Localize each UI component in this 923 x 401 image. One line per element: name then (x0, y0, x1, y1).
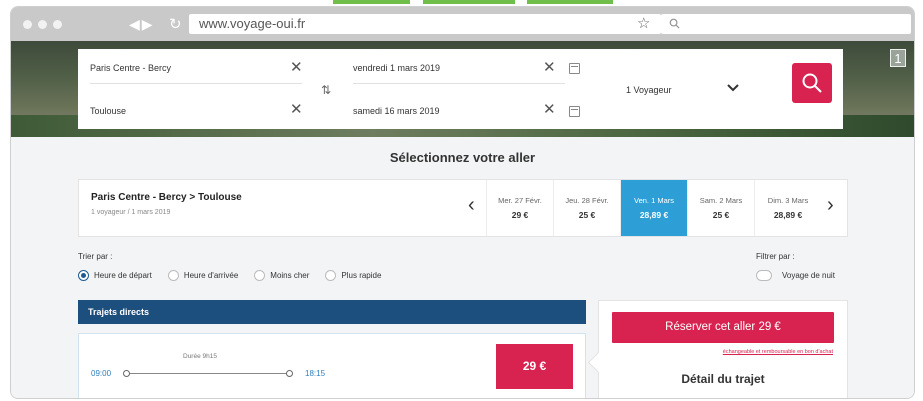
back-forward-icon[interactable]: ◀▶ (129, 16, 155, 33)
route-title: Paris Centre - Bercy > Toulouse (91, 192, 242, 203)
sort-option-label: Heure de départ (94, 271, 152, 280)
reload-icon[interactable]: ↻ (169, 15, 182, 33)
search-icon (669, 18, 680, 29)
divider (90, 83, 302, 84)
window-controls (23, 20, 62, 29)
date-option-selected[interactable]: Ven. 1 Mars 28,89 € (620, 180, 687, 236)
exchange-conditions-link[interactable]: échangeable et remboursable en bon d'ach… (599, 349, 847, 355)
previous-dates-icon[interactable]: ‹ (468, 194, 475, 217)
browser-search-input[interactable] (661, 14, 911, 34)
maximize-window-button[interactable] (53, 20, 62, 29)
date-option[interactable]: Mer. 27 Févr. 29 € (486, 180, 553, 236)
sort-option-fastest[interactable]: Plus rapide (325, 270, 381, 281)
search-form: Paris Centre - Bercy ✕ Toulouse ✕ ⇅ vend… (78, 49, 843, 129)
page-number-badge: 1 (890, 49, 906, 67)
minimize-window-button[interactable] (38, 20, 47, 29)
route-summary-card: Paris Centre - Bercy > Toulouse 1 voyage… (78, 179, 848, 237)
travelers-select[interactable]: 1 Voyageur (626, 85, 672, 95)
date-selector: ‹ Mer. 27 Févr. 29 € Jeu. 28 Févr. 25 € … (461, 180, 848, 236)
strip-segment (333, 0, 410, 4)
date-price: 29 € (511, 210, 529, 220)
date-label: Mer. 27 Févr. (498, 196, 542, 205)
sort-option-cheapest[interactable]: Moins cher (254, 270, 309, 281)
route-subtitle: 1 voyageur / 1 mars 2019 (91, 209, 171, 216)
sort-options: Heure de départ Heure d'arrivée Moins ch… (78, 270, 381, 281)
calendar-icon[interactable] (569, 106, 580, 117)
filter-label: Filtrer par : (756, 252, 795, 261)
return-date-field[interactable]: samedi 16 mars 2019 (353, 106, 440, 116)
destination-field[interactable]: Toulouse (90, 106, 126, 116)
date-price: 28,89 € (773, 210, 803, 220)
search-icon (802, 73, 822, 93)
clear-destination-icon[interactable]: ✕ (290, 102, 303, 117)
strip-segment (423, 0, 515, 4)
bookmark-star-icon[interactable]: ☆ (637, 14, 650, 32)
sort-option-label: Plus rapide (341, 271, 382, 280)
date-label: Ven. 1 Mars (633, 196, 675, 205)
sort-option-label: Moins cher (270, 271, 310, 280)
address-bar[interactable]: www.voyage-oui.fr (189, 14, 661, 34)
sort-option-label: Heure d'arrivée (183, 271, 239, 280)
trip-detail-panel: Réserver cet aller 29 € échangeable et r… (598, 300, 848, 398)
hero-banner: 1 Paris Centre - Bercy ✕ Toulouse ✕ ⇅ ve… (11, 41, 914, 137)
section-title: Sélectionnez votre aller (389, 150, 536, 165)
reserve-button[interactable]: Réserver cet aller 29 € (612, 312, 834, 343)
direct-trips-header: Trajets directs (78, 300, 586, 324)
sort-label: Trier par : (78, 252, 113, 261)
night-travel-filter[interactable]: Voyage de nuit (756, 270, 835, 281)
browser-window: ◀▶ ↻ www.voyage-oui.fr ☆ 1 Paris Centre … (10, 6, 915, 399)
outbound-date-field[interactable]: vendredi 1 mars 2019 (353, 63, 440, 73)
calendar-icon[interactable] (569, 63, 580, 74)
date-label: Jeu. 28 Févr. (565, 196, 609, 205)
sort-option-departure[interactable]: Heure de départ (78, 270, 152, 281)
trip-result-card[interactable]: Durée 9h15 09:00 18:15 29 € (78, 333, 586, 398)
sort-option-arrival[interactable]: Heure d'arrivée (167, 270, 239, 281)
results-area: Sélectionnez votre aller Paris Centre - … (11, 137, 914, 398)
date-price: 25 € (712, 210, 730, 220)
timeline-start-dot (123, 370, 130, 377)
next-dates-icon[interactable]: › (827, 194, 834, 217)
radio-selected[interactable] (78, 270, 89, 281)
date-option[interactable]: Dim. 3 Mars 28,89 € (754, 180, 821, 236)
origin-field[interactable]: Paris Centre - Bercy (90, 63, 171, 73)
departure-time: 09:00 (91, 369, 112, 378)
night-travel-label: Voyage de nuit (782, 271, 835, 280)
url-text: www.voyage-oui.fr (199, 16, 306, 31)
trip-detail-title: Détail du trajet (681, 372, 765, 386)
radio[interactable] (254, 270, 266, 281)
browser-toolbar: ◀▶ ↻ www.voyage-oui.fr ☆ (11, 7, 914, 41)
trip-duration: Durée 9h15 (183, 353, 217, 360)
date-label: Dim. 3 Mars (767, 196, 809, 205)
trip-price-button[interactable]: 29 € (496, 344, 573, 389)
search-button[interactable] (792, 63, 832, 103)
night-travel-toggle[interactable] (756, 270, 772, 281)
trip-timeline (127, 373, 289, 374)
arrival-time: 18:15 (305, 369, 326, 378)
date-price: 25 € (578, 210, 596, 220)
date-price: 28,89 € (639, 210, 669, 220)
clear-origin-icon[interactable]: ✕ (290, 60, 303, 75)
strip-segment (527, 0, 613, 4)
date-option[interactable]: Jeu. 28 Févr. 25 € (553, 180, 620, 236)
date-label: Sam. 2 Mars (699, 196, 743, 205)
clear-return-date-icon[interactable]: ✕ (543, 102, 556, 117)
close-window-button[interactable] (23, 20, 32, 29)
date-option[interactable]: Sam. 2 Mars 25 € (687, 180, 754, 236)
radio[interactable] (325, 270, 337, 281)
swap-stations-icon[interactable]: ⇅ (321, 83, 331, 97)
chevron-down-icon[interactable] (726, 83, 740, 93)
radio[interactable] (167, 270, 179, 281)
timeline-end-dot (286, 370, 293, 377)
divider (353, 83, 565, 84)
clear-outbound-date-icon[interactable]: ✕ (543, 60, 556, 75)
